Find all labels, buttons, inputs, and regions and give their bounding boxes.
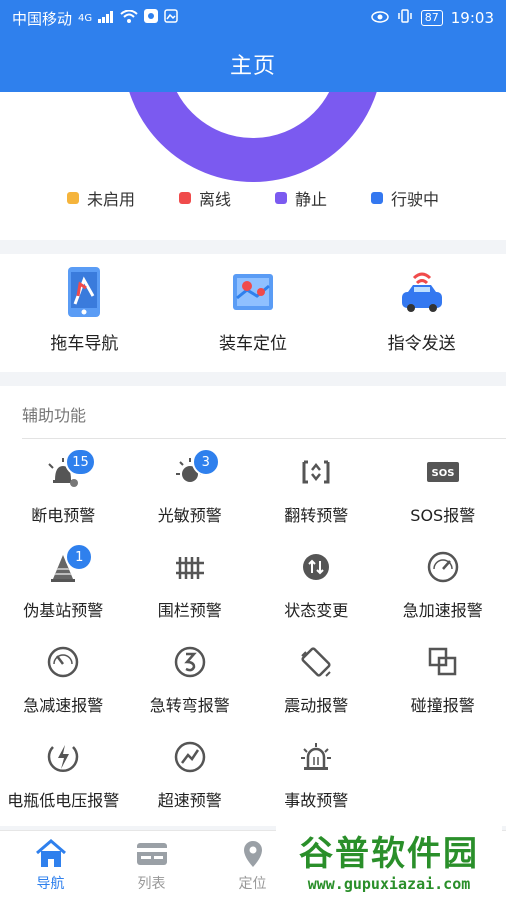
aux-functions-grid: 15 断电预警 3 光敏预警 翻转预警 SOS SOS报警 1 伪基站预警 围栏… xyxy=(0,442,506,822)
aux-item-label: 伪基站预警 xyxy=(23,601,104,620)
aux-item-label: 急减速报警 xyxy=(23,696,104,715)
aux-item-label: 事故预警 xyxy=(284,791,349,810)
aux-item-label: 急加速报警 xyxy=(402,601,483,620)
legend-label: 静止 xyxy=(295,190,328,209)
low-voltage-icon xyxy=(45,739,81,779)
legend-swatch xyxy=(275,192,287,204)
map-location-icon xyxy=(229,266,277,329)
status-chart-card: 未启用 离线 静止 行驶中 xyxy=(0,92,506,240)
tab-label: 导航 xyxy=(36,876,65,892)
aux-item-label: 围栏预警 xyxy=(157,601,222,620)
aux-item-fake-base-station[interactable]: 1 伪基站预警 xyxy=(0,537,127,632)
accident-icon xyxy=(298,739,334,779)
gallery-notification-icon xyxy=(164,9,178,27)
legend-item-stationary: 静止 xyxy=(275,186,327,210)
legend-item-driving: 行驶中 xyxy=(371,186,439,210)
aux-item-rapid-deceleration[interactable]: 急减速报警 xyxy=(0,632,127,727)
aux-item-label: 光敏预警 xyxy=(157,506,222,525)
battery-indicator: 87 xyxy=(420,10,443,26)
section-title: 辅助功能 xyxy=(22,406,87,425)
location-pin-icon xyxy=(236,839,270,873)
overspeed-icon xyxy=(172,739,208,779)
tab-navigation[interactable]: 导航 xyxy=(0,831,101,900)
flip-icon xyxy=(298,454,334,494)
collision-icon xyxy=(425,644,461,684)
legend-swatch xyxy=(371,192,384,204)
aux-functions-card: 辅助功能 15 断电预警 3 光敏预警 翻转预警 SOS SOS报警 1 伪基站… xyxy=(0,386,506,826)
tab-list[interactable]: 列表 xyxy=(101,831,202,900)
legend-label: 离线 xyxy=(198,190,231,209)
aux-item-label: 状态变更 xyxy=(284,601,349,620)
quick-actions: 拖车导航 装车定位 指令发送 xyxy=(0,254,506,372)
aux-item-collision-alarm[interactable]: 碰撞报警 xyxy=(380,632,506,727)
watermark-logo: 谷普软件园 xyxy=(299,833,479,874)
aux-item-state-change[interactable]: 状态变更 xyxy=(253,537,380,632)
state-change-icon xyxy=(298,549,334,589)
legend-label: 行驶中 xyxy=(391,190,440,209)
status-ring-chart xyxy=(123,92,383,182)
aux-item-label: SOS报警 xyxy=(410,506,476,525)
signal-icon xyxy=(98,9,114,27)
car-signal-icon xyxy=(398,266,446,329)
network-label: 4G xyxy=(78,12,93,24)
notification-badge: 1 xyxy=(65,543,94,571)
aux-item-vibration-alarm[interactable]: 震动报警 xyxy=(253,632,380,727)
aux-item-fence-warning[interactable]: 围栏预警 xyxy=(127,537,254,632)
legend-item-inactive: 未启用 xyxy=(66,186,135,210)
quick-action-loading-position[interactable]: 装车定位 xyxy=(169,254,338,372)
aux-item-sharp-turn[interactable]: 急转弯报警 xyxy=(127,632,254,727)
app-notification-icon xyxy=(144,9,159,27)
notification-badge: 3 xyxy=(191,448,220,476)
aux-item-label: 断电预警 xyxy=(31,506,96,525)
quick-action-label: 拖车导航 xyxy=(50,334,119,354)
quick-action-label: 指令发送 xyxy=(387,334,456,354)
fence-icon xyxy=(172,549,208,589)
legend-swatch xyxy=(178,192,191,204)
aux-item-label: 超速预警 xyxy=(157,791,222,810)
legend-swatch xyxy=(66,192,79,204)
aux-item-overspeed-warning[interactable]: 超速预警 xyxy=(127,727,254,822)
legend-label: 未启用 xyxy=(86,190,135,209)
aux-item-label: 急转弯报警 xyxy=(149,696,230,715)
legend-item-offline: 离线 xyxy=(178,186,231,210)
home-icon xyxy=(34,839,68,873)
aux-item-light-sensor-warning[interactable]: 3 光敏预警 xyxy=(127,442,254,537)
watermark: 谷普软件园 www.gupuxiazai.com xyxy=(276,822,502,896)
aux-item-label: 电瓶低电压报警 xyxy=(7,791,120,810)
status-bar: 中国移动 4G 87 19:03 xyxy=(0,0,506,36)
svg-text:SOS: SOS xyxy=(431,468,454,479)
wifi-icon xyxy=(120,9,138,27)
phone-map-icon xyxy=(66,266,102,329)
aux-item-label: 震动报警 xyxy=(284,696,349,715)
quick-action-label: 装车定位 xyxy=(219,334,287,354)
section-divider xyxy=(22,438,506,439)
aux-item-accident-warning[interactable]: 事故预警 xyxy=(253,727,380,822)
tab-label: 列表 xyxy=(137,876,166,892)
aux-item-power-off-warning[interactable]: 15 断电预警 xyxy=(0,442,127,537)
aux-item-label: 翻转预警 xyxy=(284,506,349,525)
quick-action-tow-navigation[interactable]: 拖车导航 xyxy=(0,254,169,372)
clock: 19:03 xyxy=(450,9,494,27)
carrier-label: 中国移动 xyxy=(12,9,73,28)
vibrate-icon xyxy=(397,8,413,28)
aux-item-low-battery-voltage[interactable]: 电瓶低电压报警 xyxy=(0,727,127,822)
vibration-icon xyxy=(298,644,334,684)
sos-icon: SOS xyxy=(425,454,461,494)
aux-item-rapid-acceleration[interactable]: 急加速报警 xyxy=(380,537,506,632)
quick-action-send-command[interactable]: 指令发送 xyxy=(337,254,506,372)
sharp-turn-icon xyxy=(172,644,208,684)
page-title: 主页 xyxy=(229,54,276,79)
aux-item-flip-warning[interactable]: 翻转预警 xyxy=(253,442,380,537)
header-bar: 主页 xyxy=(0,36,506,92)
chart-legend: 未启用 离线 静止 行驶中 xyxy=(0,186,506,210)
aux-item-label: 碰撞报警 xyxy=(410,696,475,715)
tab-label: 定位 xyxy=(238,876,267,892)
aux-item-sos-alarm[interactable]: SOS SOS报警 xyxy=(380,442,506,537)
speed-up-icon xyxy=(425,549,461,589)
speed-down-icon xyxy=(45,644,81,684)
list-card-icon xyxy=(135,839,169,873)
eye-icon xyxy=(371,9,389,27)
notification-badge: 15 xyxy=(65,448,96,476)
watermark-url: www.gupuxiazai.com xyxy=(307,874,471,893)
